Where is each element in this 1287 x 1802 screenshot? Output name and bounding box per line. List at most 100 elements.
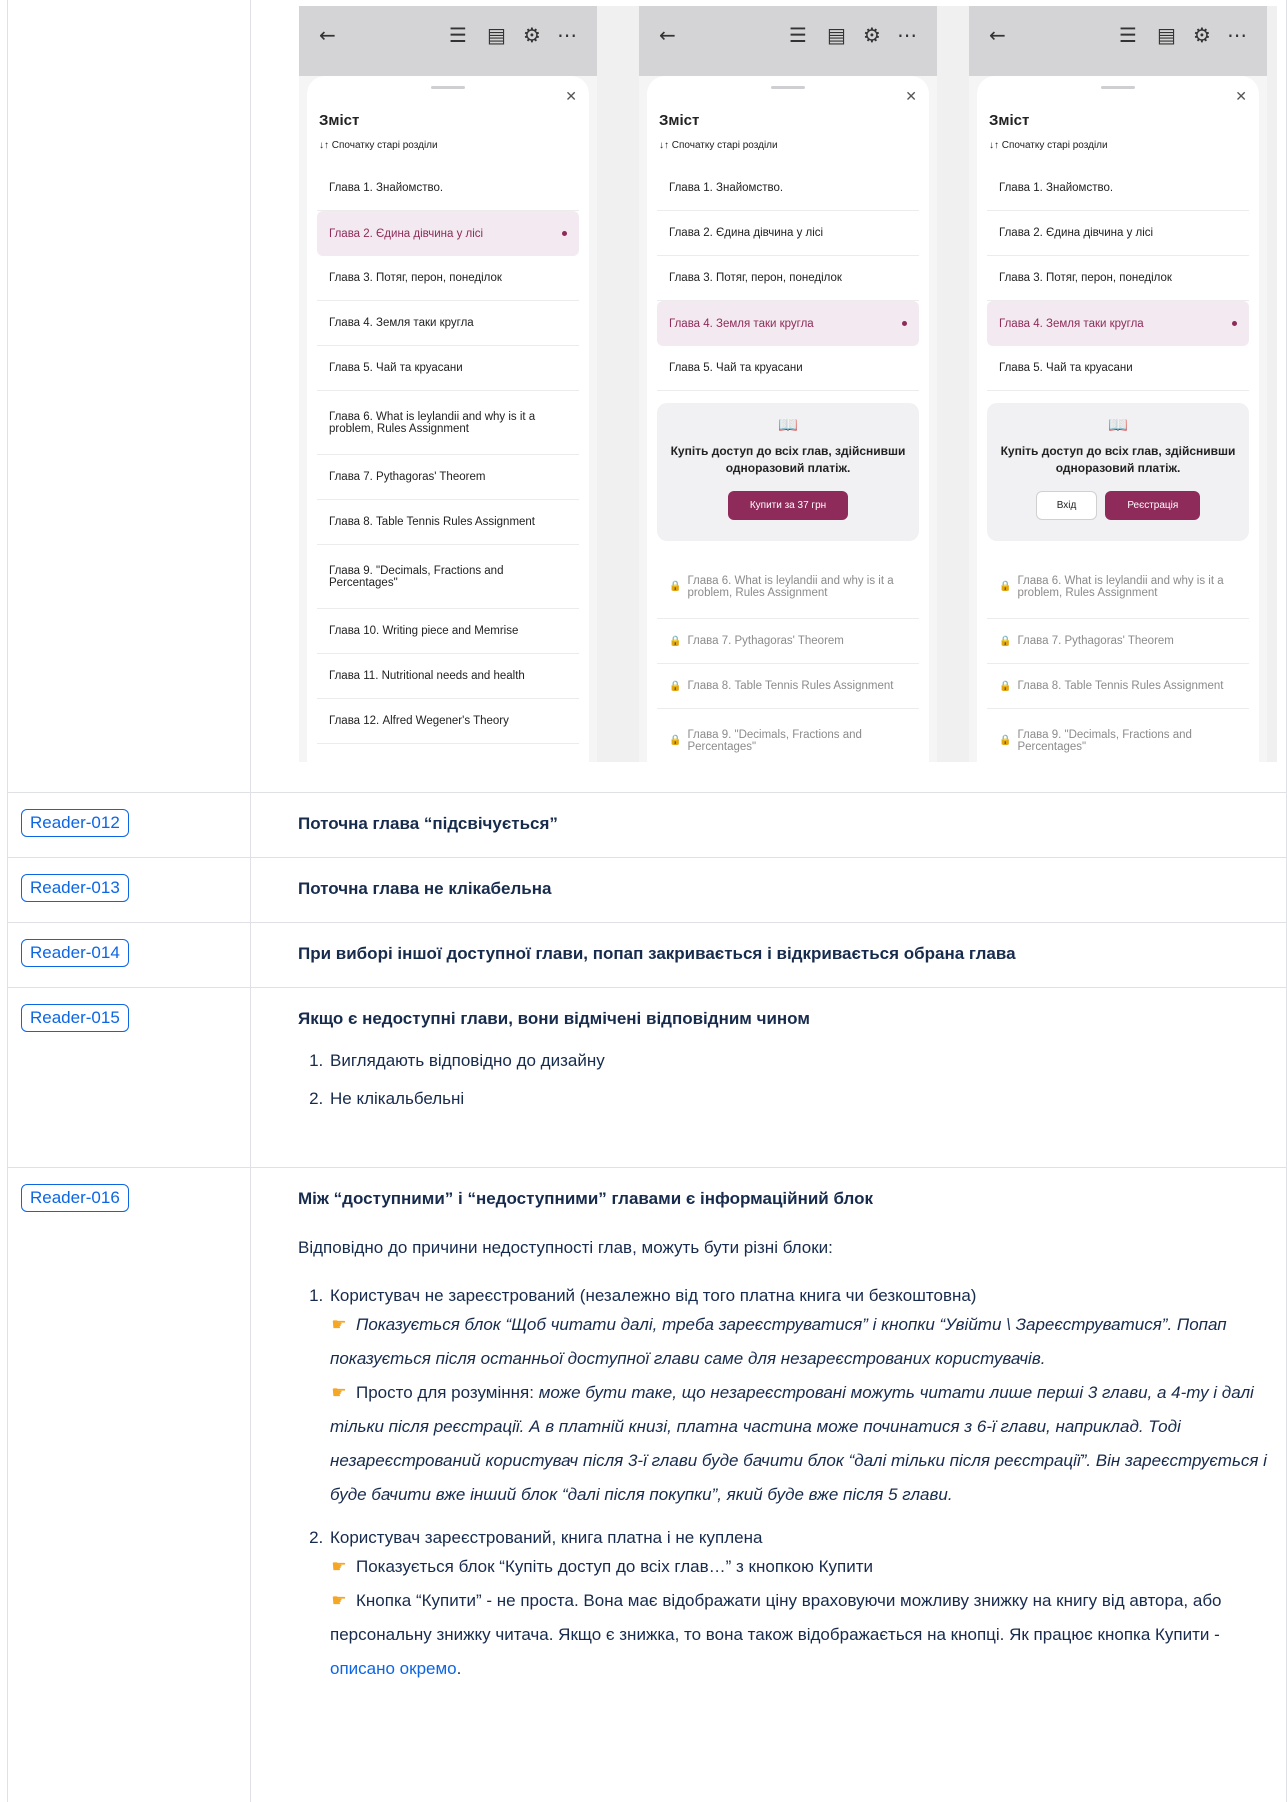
chapter-item[interactable]: Глава 11. Nutritional needs and health — [317, 654, 579, 699]
list-item: Користувач не зареєстрований (незалежно … — [328, 1284, 1267, 1512]
chapter-item[interactable]: Глава 3. Потяг, перон, понеділок — [987, 256, 1249, 301]
book-settings-icon[interactable]: ▤ — [1157, 23, 1176, 47]
chapter-label: Глава 3. Потяг, перон, понеділок — [329, 272, 502, 284]
chapter-item-locked: 🔒 Глава 9. "Decimals, Fractions and Perce… — [987, 709, 1249, 762]
chapter-item[interactable]: Глава 1. Знайомство. — [987, 166, 1249, 211]
requirement-id-link[interactable]: Reader-013 — [21, 874, 129, 902]
drag-handle[interactable] — [1101, 86, 1135, 89]
row-id-cell: Reader-012 — [21, 809, 129, 837]
purchase-info-block: 📖 Купіть доступ до всіх глав, здійснивши… — [657, 403, 919, 541]
sort-toggle[interactable]: ↓↑ Спочатку старі розділи — [319, 140, 438, 151]
row-divider — [7, 922, 1287, 923]
chapter-label: Глава 7. Pythagoras' Theorem — [329, 471, 486, 483]
chapter-item[interactable]: Глава 8. Table Tennis Rules Assignment — [317, 500, 579, 545]
chapter-item[interactable]: Глава 9. "Decimals, Fractions and Percen… — [317, 545, 579, 609]
chapter-label: Глава 7. Pythagoras' Theorem — [687, 635, 844, 647]
chapter-label: Глава 8. Table Tennis Rules Assignment — [329, 516, 536, 528]
requirement-id-link[interactable]: Reader-012 — [21, 809, 129, 837]
requirement-intro: Відповідно до причини недоступності глав… — [298, 1238, 833, 1257]
chapter-item-locked: 🔒 Глава 8. Table Tennis Rules Assignment — [657, 664, 919, 709]
gear-icon[interactable]: ⚙ — [863, 23, 881, 47]
lock-icon: 🔒 — [999, 581, 1012, 592]
note-text: Показується блок “Щоб читати далі, треба… — [330, 1315, 1227, 1368]
close-icon[interactable]: ✕ — [905, 89, 917, 105]
list-item: Користувач зареєстрований, книга платна … — [328, 1526, 1267, 1686]
list-item: Не клікальбельні — [328, 1087, 1267, 1111]
chapter-label: Глава 11. Nutritional needs and health — [329, 670, 525, 682]
requirement-list: Користувач не зареєстрований (незалежно … — [298, 1284, 1267, 1686]
current-dot-icon — [902, 321, 907, 326]
book-settings-icon[interactable]: ▤ — [487, 23, 506, 47]
current-dot-icon — [1232, 321, 1237, 326]
chapter-item[interactable]: Глава 3. Потяг, перон, понеділок — [657, 256, 919, 301]
chapter-item[interactable]: Глава 1. Знайомство. — [317, 166, 579, 211]
book-icon: 📖 — [1108, 417, 1128, 434]
note-text: Показується блок “Купіть доступ до всіх … — [356, 1557, 873, 1576]
chapter-item[interactable]: Глава 3. Потяг, перон, понеділок — [317, 256, 579, 301]
gear-icon[interactable]: ⚙ — [1193, 23, 1211, 47]
purchase-text: Купіть доступ до всіх глав, здійснивши о… — [1000, 444, 1236, 475]
lock-icon: 🔒 — [999, 635, 1012, 647]
chapter-label: Глава 2. Єдина дівчина у лісі — [329, 227, 484, 240]
chapter-list: Глава 1. Знайомство. Глава 2. Єдина дівч… — [987, 166, 1249, 762]
chapter-label: Глава 5. Чай та круасани — [999, 362, 1133, 374]
row-divider — [7, 857, 1287, 858]
described-separately-link[interactable]: описано окремо — [330, 1659, 457, 1678]
chapter-item[interactable]: Глава 10. Writing piece and Memrise — [317, 609, 579, 654]
chapter-item-locked: 🔒 Глава 9. "Decimals, Fractions and Perce… — [657, 709, 919, 762]
pointing-hand-icon: ☛ — [331, 1315, 347, 1334]
chapter-item[interactable]: Глава 6. What is leylandii and why is it… — [317, 391, 579, 455]
note: ☛ Просто для розуміння: може бути таке, щ… — [330, 1376, 1267, 1512]
current-dot-icon — [562, 231, 567, 236]
chapter-item[interactable]: Глава 2. Єдина дівчина у лісі — [657, 211, 919, 256]
login-button[interactable]: Вхід — [1035, 491, 1098, 520]
chapter-item[interactable]: Глава 1. Знайомство. — [657, 166, 919, 211]
requirement-body: Між “доступними” і “недоступними” главам… — [298, 1187, 1267, 1700]
sort-toggle[interactable]: ↓↑ Спочатку старі розділи — [659, 140, 778, 151]
book-settings-icon[interactable]: ▤ — [827, 23, 846, 47]
row-id-cell: Reader-016 — [21, 1184, 129, 1212]
more-icon[interactable]: ⋯ — [1227, 23, 1247, 47]
arrow-left-icon[interactable]: ← — [989, 23, 1006, 47]
requirement-id-link[interactable]: Reader-014 — [21, 939, 129, 967]
chapter-item-locked: 🔒 Глава 6. What is leylandii and why is i… — [657, 555, 919, 619]
list-icon[interactable]: ☰ — [449, 23, 467, 47]
chapter-label: Глава 1. Знайомство. — [999, 182, 1114, 194]
requirement-id-link[interactable]: Reader-015 — [21, 1004, 129, 1032]
chapter-label: Глава 2. Єдина дівчина у лісі — [999, 227, 1154, 239]
purchase-text: Купіть доступ до всіх глав, здійснивши о… — [670, 444, 906, 475]
requirement-id-link[interactable]: Reader-016 — [21, 1184, 129, 1212]
requirement-title: Між “доступними” і “недоступними” главам… — [298, 1189, 874, 1208]
drag-handle[interactable] — [771, 86, 805, 89]
buy-button[interactable]: Купити за 37 грн — [727, 491, 849, 520]
chapter-item-locked: 🔒 Глава 7. Pythagoras' Theorem — [987, 619, 1249, 664]
gear-icon[interactable]: ⚙ — [523, 23, 541, 47]
row-id-cell: Reader-014 — [21, 939, 129, 967]
requirement-title: Поточна глава “підсвічується” — [298, 814, 558, 833]
lock-icon: 🔒 — [669, 635, 682, 647]
more-icon[interactable]: ⋯ — [557, 23, 577, 47]
requirement-title: При виборі іншої доступної глави, попап … — [298, 944, 1016, 963]
more-icon[interactable]: ⋯ — [897, 23, 917, 47]
chapter-item[interactable]: Глава 7. Pythagoras' Theorem — [317, 455, 579, 500]
chapter-item[interactable]: Глава 5. Чай та круасани — [987, 346, 1249, 391]
sort-toggle[interactable]: ↓↑ Спочатку старі розділи — [989, 140, 1108, 151]
chapter-item[interactable]: Глава 4. Земля таки кругла — [317, 301, 579, 346]
chapter-item[interactable]: Глава 5. Чай та круасани — [657, 346, 919, 391]
close-icon[interactable]: ✕ — [565, 89, 577, 105]
arrow-left-icon[interactable]: ← — [319, 23, 336, 47]
register-button[interactable]: Реєстрація — [1105, 491, 1201, 520]
requirement-title: Поточна глава не клікабельна — [298, 879, 552, 898]
close-icon[interactable]: ✕ — [1235, 89, 1247, 105]
list-icon[interactable]: ☰ — [1119, 23, 1137, 47]
list-icon[interactable]: ☰ — [789, 23, 807, 47]
drag-handle[interactable] — [431, 86, 465, 89]
phone-screen-2: ← ☰ ▤ ⚙ ⋯ ✕ Зміст ↓↑ Спочатку старі розд… — [639, 6, 937, 762]
chapter-label: Глава 9. "Decimals, Fractions and Percen… — [687, 728, 862, 753]
chapter-item[interactable]: Глава 12. Alfred Wegener's Theory — [317, 699, 579, 744]
chapter-label: Глава 8. Table Tennis Rules Assignment — [1017, 680, 1224, 692]
chapter-item[interactable]: Глава 2. Єдина дівчина у лісі — [987, 211, 1249, 256]
chapter-label: Глава 2. Єдина дівчина у лісі — [669, 227, 824, 239]
chapter-item[interactable]: Глава 5. Чай та круасани — [317, 346, 579, 391]
arrow-left-icon[interactable]: ← — [659, 23, 676, 47]
